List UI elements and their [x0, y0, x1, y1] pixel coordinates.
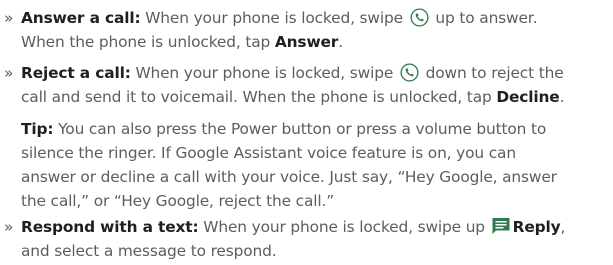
button-reference: Reply	[512, 218, 561, 236]
bullet-marker: »	[4, 9, 14, 27]
body-text: .	[559, 88, 565, 106]
tip-paragraph: Tip: You can also press the Power button…	[21, 117, 611, 213]
text-line: the call,” or “Hey Google, reject the ca…	[21, 192, 335, 210]
list-item-respond-text: » Respond with a text: When your phone i…	[4, 215, 613, 263]
phone-call-icon	[400, 63, 419, 82]
text-line: Tip: You can also press the Power button…	[21, 117, 611, 141]
instructions-document: » Answer a call: When your phone is lock…	[0, 0, 613, 265]
body-text: ,	[560, 218, 566, 236]
text-line: answer or decline a call with your voice…	[21, 168, 557, 186]
text-line: Answer a call: When your phone is locked…	[21, 6, 613, 30]
item-heading: Reject a call:	[21, 64, 131, 82]
button-reference: Decline	[496, 88, 560, 106]
text-line: When the phone is unlocked, tap Answer.	[21, 30, 613, 54]
body-text: .	[338, 33, 343, 51]
body-text: When your phone is locked, swipe	[140, 9, 408, 27]
phone-call-icon	[410, 8, 429, 27]
text-line: silence the ringer. If Google Assistant …	[21, 144, 516, 162]
text-line: Respond with a text: When your phone is …	[21, 215, 613, 239]
bullet-marker: »	[4, 64, 14, 82]
list-item-text: Answer a call: When your phone is locked…	[21, 6, 613, 54]
body-text: You can also press the Power button or p…	[53, 120, 547, 138]
list-item-text: Reject a call: When your phone is locked…	[21, 61, 613, 109]
list-item-text: Respond with a text: When your phone is …	[21, 215, 613, 263]
message-icon	[492, 218, 510, 234]
bullet-marker: »	[4, 218, 14, 236]
text-line: call and send it to voicemail. When the …	[21, 85, 613, 109]
list-item-reject-call: » Reject a call: When your phone is lock…	[4, 61, 613, 109]
tip-label: Tip:	[21, 120, 54, 138]
body-text: down to reject the	[420, 64, 564, 82]
body-text: When your phone is locked, swipe up	[198, 218, 490, 236]
body-text: When the phone is unlocked, tap	[21, 33, 275, 51]
item-heading: Respond with a text:	[21, 218, 199, 236]
list-item-answer-call: » Answer a call: When your phone is lock…	[4, 6, 613, 54]
text-line: Reject a call: When your phone is locked…	[21, 61, 613, 85]
button-reference: Answer	[274, 33, 339, 51]
body-text: When your phone is locked, swipe	[130, 64, 398, 82]
text-line: and select a message to respond.	[21, 242, 277, 260]
body-text: up to answer.	[430, 9, 538, 27]
item-heading: Answer a call:	[21, 9, 141, 27]
body-text: call and send it to voicemail. When the …	[21, 88, 497, 106]
